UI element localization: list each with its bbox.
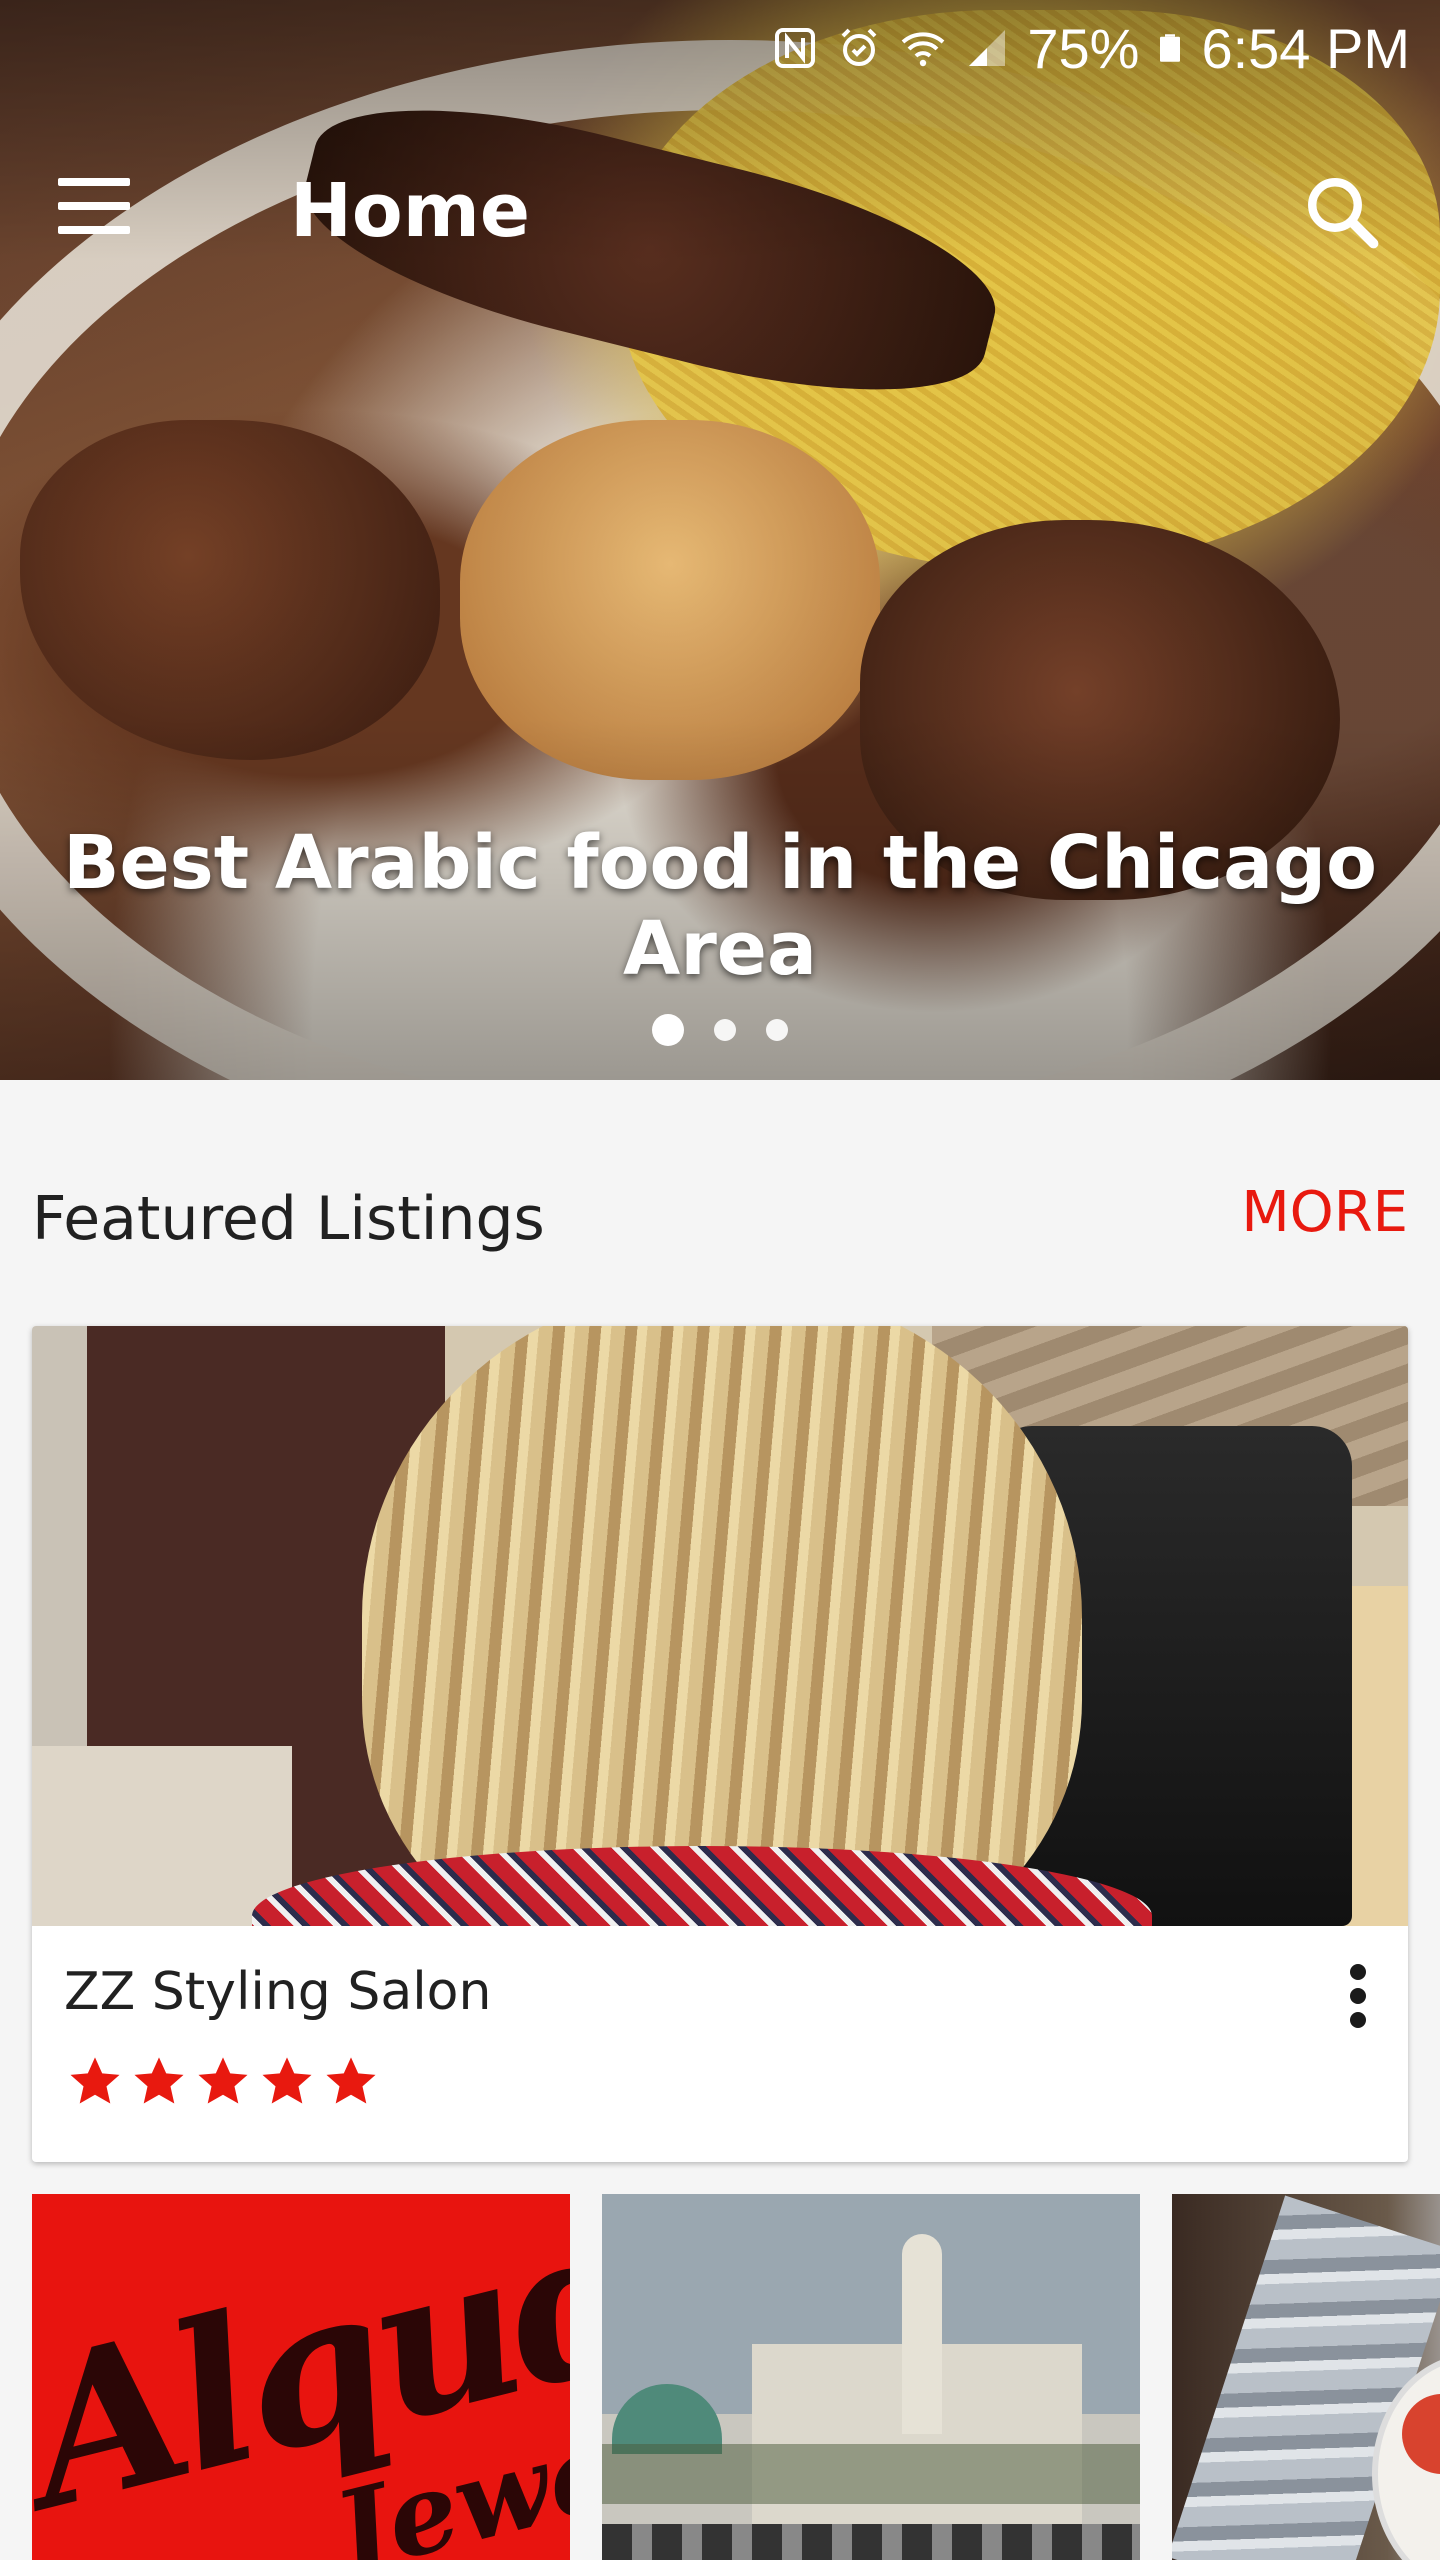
star-icon	[326, 2057, 376, 2104]
pager-dot-3[interactable]	[766, 1019, 788, 1041]
listing-name: ZZ Styling Salon	[64, 1962, 492, 2022]
battery-percent: 75%	[1027, 16, 1140, 80]
status-icons: 75% 6:54 PM	[771, 16, 1410, 80]
alarm-icon	[841, 28, 877, 66]
app-bar: Home	[0, 150, 1440, 270]
more-button[interactable]: MORE	[1241, 1180, 1408, 1245]
menu-button[interactable]	[52, 178, 136, 242]
status-bar: 75% 6:54 PM	[0, 0, 1440, 96]
featured-title: Featured Listings	[32, 1184, 545, 1254]
menu-icon	[58, 178, 130, 186]
more-vert-icon	[1350, 1964, 1366, 1980]
thumbnail-mosque[interactable]	[602, 2194, 1140, 2560]
battery-icon	[1160, 34, 1181, 62]
featured-header: Featured Listings MORE	[32, 1180, 1408, 1260]
hero-caption: Best Arabic food in the Chicago Area	[63, 820, 1377, 992]
star-icon	[134, 2057, 184, 2104]
listing-photo	[32, 1326, 1408, 1926]
pager-dot-2[interactable]	[714, 1019, 736, 1041]
search-icon	[1308, 178, 1379, 249]
rating-stars	[68, 2054, 378, 2108]
star-icon	[70, 2057, 120, 2104]
carousel-pager[interactable]	[0, 1014, 1440, 1046]
signal-icon	[969, 30, 1006, 66]
page-title: Home	[290, 168, 531, 254]
nfc-icon	[775, 28, 816, 68]
star-icon	[198, 2057, 248, 2104]
overflow-menu-button[interactable]	[1338, 1956, 1378, 2036]
clock: 6:54 PM	[1201, 16, 1410, 80]
thumbnail-jewelry[interactable]: Alquds Jewelr	[32, 2194, 570, 2560]
thumbnail-food[interactable]	[1172, 2194, 1440, 2560]
search-button[interactable]	[1300, 170, 1384, 254]
wifi-icon	[902, 32, 945, 67]
pager-dot-1[interactable]	[652, 1014, 684, 1046]
star-icon	[262, 2057, 312, 2104]
listing-thumbnails: Alquds Jewelr	[32, 2194, 1440, 2560]
featured-listing-card[interactable]: ZZ Styling Salon	[32, 1326, 1408, 2162]
